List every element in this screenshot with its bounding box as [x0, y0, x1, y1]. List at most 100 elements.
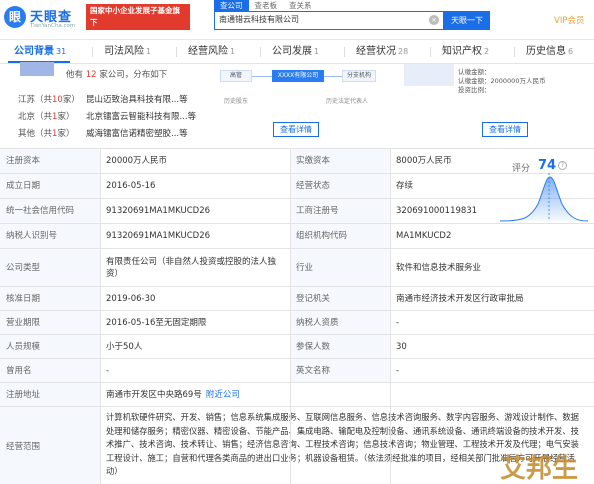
table-row: 纳税人识别号 91320691MA1MKUCD26 组织机构代码 MA1MKUC… — [0, 224, 594, 249]
field-value: 8000万人民币 — [396, 156, 452, 166]
field-label: 营业期限 — [0, 311, 100, 334]
search-tab-relation[interactable]: 查关系 — [283, 0, 318, 11]
field-label: 经营范围 — [0, 407, 100, 484]
tab-label: 知识产权 — [442, 46, 482, 57]
region-label: 其他（共 — [18, 129, 53, 139]
region-row[interactable]: 北京（共1家） 北京镭富云智能科技有限...等 — [18, 110, 196, 122]
region-company[interactable]: 北京镭富云智能科技有限...等 — [86, 110, 196, 122]
field-label: 成立日期 — [0, 174, 100, 198]
field-label: 注册资本 — [0, 149, 100, 173]
investment-thumbnail — [404, 64, 454, 86]
field-label: 组织机构代码 — [290, 224, 390, 248]
tab-divider — [514, 47, 515, 57]
investment-line: 投资比例： — [458, 86, 491, 94]
tab-divider — [430, 47, 431, 57]
investment-card: 认缴金额： 认缴金额：2000000万人民币 投资比例： — [404, 64, 594, 120]
company-score[interactable]: 评分 74 ? — [492, 149, 592, 225]
cert-line-1: 国家中小企业发展子基金旗下 — [90, 6, 180, 27]
logo-subtext: TianYanCha.com — [30, 23, 76, 29]
tab-divider — [176, 47, 177, 57]
region-row[interactable]: 其他（共1家） 威海镭富信诺精密塑胶...等 — [18, 127, 188, 139]
field-value: 小于50人 — [106, 341, 143, 352]
field-label: 纳税人识别号 — [0, 224, 100, 248]
field-value: 30 — [396, 341, 407, 352]
tab-label: 公司发展 — [272, 46, 312, 57]
region-count: 10 — [52, 95, 63, 105]
diagram-node-center: XXXX有限公司 — [272, 70, 324, 82]
section-tabs: 公司背景 31 司法风险 1 经营风险 1 公司发展 1 经营状况 28 知识产权 2 历史… — [0, 40, 594, 64]
avatar — [20, 62, 54, 76]
region-label: 北京（共 — [18, 112, 53, 122]
score-distribution-curve — [499, 173, 589, 222]
tab-label: 公司背景 — [14, 46, 54, 57]
field-label: 纳税人资质 — [290, 311, 390, 334]
tab-count: 6 — [568, 47, 574, 56]
region-company[interactable]: 昆山迈致治具科技有限...等 — [86, 93, 188, 105]
tab-operating-risk[interactable]: 经营风险 1 — [188, 40, 235, 64]
table-row: 公司类型 有限责任公司（非自然人投资或控股的法人独资） 行业 软件和信息技术服务… — [0, 249, 594, 287]
region-unit: 家） — [57, 129, 75, 139]
table-row: 曾用名 - 英文名称 - — [0, 359, 594, 383]
tab-business-status[interactable]: 经营状况 28 — [356, 40, 408, 64]
table-divider — [100, 149, 101, 484]
tab-label: 经营状况 — [356, 46, 396, 57]
field-value: 20000万人民币 — [106, 156, 168, 166]
field-label: 工商注册号 — [290, 199, 390, 223]
tab-count: 1 — [230, 47, 236, 56]
search-tab-company[interactable]: 查公司 — [214, 0, 249, 11]
field-label: 曾用名 — [0, 359, 100, 382]
tab-count: 1 — [146, 47, 152, 56]
search-button[interactable]: 天眼一下 — [444, 11, 490, 30]
field-label: 注册地址 — [0, 383, 100, 406]
view-details-button[interactable]: 查看详情 — [482, 122, 528, 137]
tab-intellectual-property[interactable]: 知识产权 2 — [442, 40, 489, 64]
nearby-companies-link[interactable]: 附近公司 — [206, 389, 240, 401]
search-tab-boss[interactable]: 查老板 — [249, 0, 284, 11]
region-row[interactable]: 江苏（共10家） 昆山迈致治具科技有限...等 — [18, 93, 188, 105]
field-value: 有限责任公司（非自然人投资或控股的法人独资） — [106, 256, 277, 279]
tab-company-development[interactable]: 公司发展 1 — [272, 40, 319, 64]
field-label: 登记机关 — [290, 287, 390, 310]
field-value: 2019-06-30 — [106, 293, 156, 304]
field-label: 核准日期 — [0, 287, 100, 310]
tab-count: 1 — [314, 47, 320, 56]
diagram-note-history-legal-rep: 历史法定代表人 — [326, 98, 369, 105]
view-details-button[interactable]: 查看详情 — [273, 122, 319, 137]
table-row: 营业期限 2016-05-16至无固定期限 纳税人资质 - — [0, 311, 594, 335]
field-value: 存续 — [396, 181, 414, 191]
table-row: 人员规模 小于50人 参保人数 30 — [0, 335, 594, 359]
curve-fill — [500, 177, 588, 221]
clear-icon[interactable]: × — [429, 15, 439, 25]
field-value: 91320691MA1MKUCD26 — [106, 206, 211, 216]
search-type-tabs: 查公司 查老板 查关系 — [214, 0, 318, 11]
tab-legal-risk[interactable]: 司法风险 1 — [104, 40, 151, 64]
site-logo[interactable]: 眼 天眼查 TianYanCha.com — [4, 6, 88, 32]
tab-label: 历史信息 — [526, 46, 566, 57]
search-input[interactable] — [219, 12, 424, 28]
table-row: 核准日期 2019-06-30 登记机关 南通市经济技术开发区行政审批局 — [0, 287, 594, 311]
diagram-note-history-shareholder: 历史股东 — [224, 98, 249, 105]
tab-count: 2 — [484, 47, 490, 56]
field-value: - — [106, 365, 110, 376]
field-label: 人员规模 — [0, 335, 100, 358]
tab-divider — [92, 47, 93, 57]
region-label: 江苏（共 — [18, 95, 53, 105]
summary-count: 12 — [85, 70, 97, 80]
field-value: - — [396, 317, 400, 328]
relationship-diagram: 高管 XXXX有限公司 分支机构 历史股东 历史法定代表人 — [212, 64, 380, 120]
region-company[interactable]: 威海镭富信诺精密塑胶...等 — [86, 127, 188, 139]
tab-history[interactable]: 历史信息 6 — [526, 40, 573, 64]
diagram-node-executive: 高管 — [220, 70, 252, 82]
field-value: 2016-05-16 — [106, 181, 156, 191]
field-value: 软件和信息技术服务业 — [396, 262, 482, 273]
diagram-node-branch: 分支机构 — [342, 70, 376, 82]
address-value: 南通市开发区中央路69号 附近公司 — [100, 383, 594, 406]
region-unit: 家） — [57, 112, 75, 122]
search-box: × — [214, 11, 444, 30]
field-label: 参保人数 — [290, 335, 390, 358]
field-value: MA1MKUCD2 — [396, 231, 452, 241]
vip-link[interactable]: VIP会员 — [554, 14, 584, 26]
certification-banner[interactable]: 国家中小企业发展子基金旗下 官方备案企业征信机构 — [86, 4, 190, 39]
field-label: 经营状态 — [290, 174, 390, 198]
tab-label: 司法风险 — [104, 46, 144, 57]
